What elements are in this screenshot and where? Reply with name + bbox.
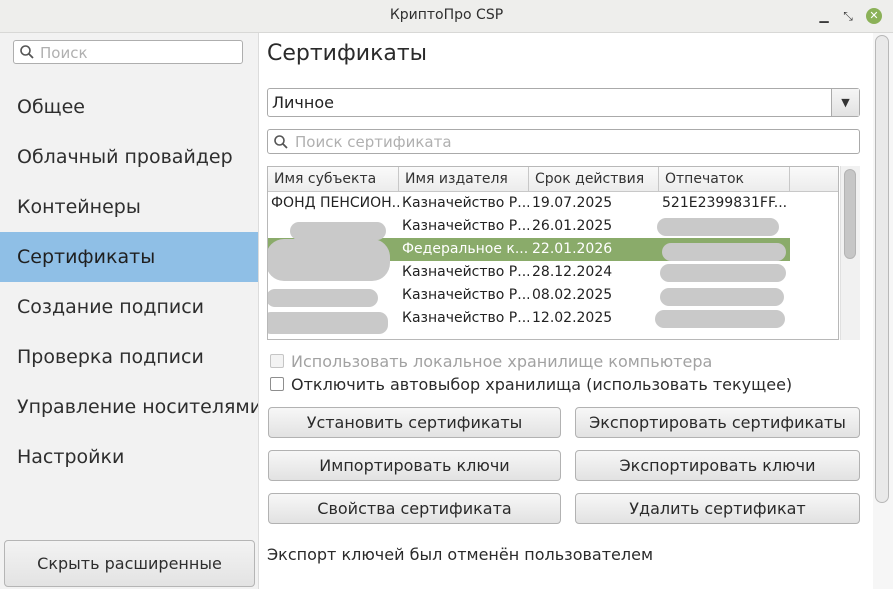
close-icon[interactable]: ✕ bbox=[866, 8, 882, 24]
disable-autoselect-label: Отключить автовыбор хранилища (использов… bbox=[291, 375, 793, 394]
redacted-text bbox=[660, 288, 784, 306]
sidebar-search-input[interactable]: Поиск bbox=[13, 40, 243, 64]
cell-subject: ФОНД ПЕНСИОН... bbox=[271, 195, 399, 211]
checkbox-box bbox=[270, 354, 284, 368]
cell-expires: 26.01.2025 bbox=[532, 218, 613, 234]
certificate-properties-button[interactable]: Свойства сертификата bbox=[268, 493, 561, 524]
redacted-text bbox=[655, 310, 785, 328]
table-row[interactable]: ФОНД ПЕНСИОН... Казначейство Р... 19.07.… bbox=[268, 192, 790, 215]
table-header: Имя субъекта Имя издателя Срок действия … bbox=[268, 167, 838, 192]
sidebar-item-general[interactable]: Общее bbox=[0, 82, 258, 132]
export-keys-button[interactable]: Экспортировать ключи bbox=[575, 450, 860, 481]
import-keys-button[interactable]: Импортировать ключи bbox=[268, 450, 561, 481]
status-message: Экспорт ключей был отменён пользователем bbox=[267, 545, 654, 564]
table-scrollbar-thumb[interactable] bbox=[844, 169, 856, 259]
restore-icon[interactable]: ⤡ bbox=[840, 8, 856, 24]
redacted-text bbox=[268, 289, 378, 307]
redacted-text bbox=[290, 222, 386, 240]
checkbox-box[interactable] bbox=[270, 377, 284, 391]
main-scrollbar-thumb[interactable] bbox=[875, 35, 889, 503]
redacted-text bbox=[268, 312, 388, 334]
redacted-text bbox=[662, 243, 786, 261]
cell-issuer: Казначейство Р... bbox=[402, 287, 529, 303]
search-icon bbox=[20, 45, 34, 59]
sidebar: Поиск Общее Облачный провайдер Контейнер… bbox=[0, 33, 259, 589]
title-bar: КриптоПро CSP ▁ ⤡ ✕ bbox=[0, 0, 893, 33]
store-select[interactable]: Личное ▼ bbox=[267, 88, 860, 117]
cell-expires: 28.12.2024 bbox=[532, 264, 613, 280]
cell-issuer: Федеральное к... bbox=[402, 241, 529, 257]
export-certificates-button[interactable]: Экспортировать сертификаты bbox=[575, 407, 860, 438]
cell-issuer: Казначейство Р... bbox=[402, 195, 529, 211]
column-header-subject[interactable]: Имя субъекта bbox=[268, 167, 399, 191]
certificates-table: Имя субъекта Имя издателя Срок действия … bbox=[267, 166, 839, 340]
sidebar-item-cloud-provider[interactable]: Облачный провайдер bbox=[0, 132, 258, 182]
sidebar-item-verify-signature[interactable]: Проверка подписи bbox=[0, 332, 258, 382]
delete-certificate-button[interactable]: Удалить сертификат bbox=[575, 493, 860, 524]
hide-advanced-button[interactable]: Скрыть расширенные bbox=[4, 540, 255, 587]
cell-expires: 22.01.2026 bbox=[532, 241, 613, 257]
redacted-text bbox=[660, 264, 786, 282]
sidebar-search-placeholder: Поиск bbox=[40, 44, 88, 62]
certificate-search-placeholder: Поиск сертификата bbox=[295, 133, 452, 151]
minimize-icon[interactable]: ▁ bbox=[816, 8, 832, 24]
window-title: КриптоПро CSP bbox=[389, 7, 504, 23]
page-title: Сертификаты bbox=[267, 41, 428, 66]
cell-expires: 08.02.2025 bbox=[532, 287, 613, 303]
redacted-text bbox=[268, 239, 390, 281]
certificate-search-input[interactable]: Поиск сертификата bbox=[267, 129, 860, 154]
sidebar-item-containers[interactable]: Контейнеры bbox=[0, 182, 258, 232]
sidebar-item-settings[interactable]: Настройки bbox=[0, 432, 258, 482]
column-header-issuer[interactable]: Имя издателя bbox=[399, 167, 529, 191]
cell-issuer: Казначейство Р... bbox=[402, 264, 529, 280]
install-certificates-button[interactable]: Установить сертификаты bbox=[268, 407, 561, 438]
search-icon bbox=[274, 135, 288, 149]
sidebar-item-media-management[interactable]: Управление носителями bbox=[0, 382, 258, 432]
main-scrollbar[interactable] bbox=[873, 33, 893, 589]
use-local-store-checkbox: Использовать локальное хранилище компьют… bbox=[270, 352, 712, 372]
sidebar-item-create-signature[interactable]: Создание подписи bbox=[0, 282, 258, 332]
table-scrollbar[interactable] bbox=[840, 166, 860, 340]
sidebar-item-certificates[interactable]: Сертификаты bbox=[0, 232, 258, 282]
main-panel: Сертификаты Личное ▼ Поиск сертификата И… bbox=[259, 33, 893, 589]
cell-expires: 12.02.2025 bbox=[532, 310, 613, 326]
store-select-value: Личное bbox=[272, 93, 334, 112]
chevron-down-icon[interactable]: ▼ bbox=[831, 89, 859, 116]
use-local-store-label: Использовать локальное хранилище компьют… bbox=[291, 352, 713, 371]
redacted-text bbox=[657, 218, 779, 236]
column-header-thumbprint[interactable]: Отпечаток bbox=[659, 167, 790, 191]
cell-issuer: Казначейство Р... bbox=[402, 310, 529, 326]
column-header-expires[interactable]: Срок действия bbox=[529, 167, 659, 191]
cell-expires: 19.07.2025 bbox=[532, 195, 613, 211]
cell-thumbprint: 521E2399831FF... bbox=[662, 195, 788, 211]
cell-issuer: Казначейство Р... bbox=[402, 218, 529, 234]
disable-autoselect-checkbox[interactable]: Отключить автовыбор хранилища (использов… bbox=[270, 375, 792, 395]
